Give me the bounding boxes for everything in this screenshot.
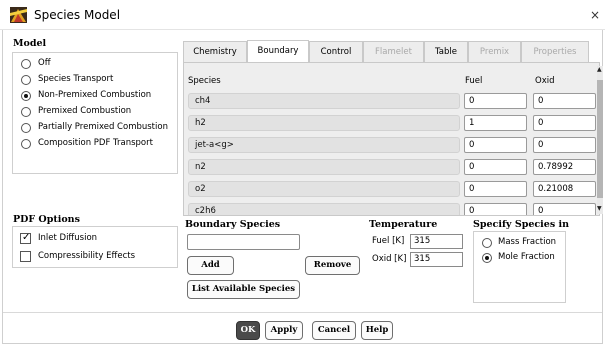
oxid-fraction-input-n2[interactable]: 0.78992 bbox=[533, 159, 596, 175]
mass-fraction-label: Mass Fraction bbox=[498, 237, 557, 247]
tab-table[interactable]: Table bbox=[424, 41, 468, 62]
specify-species-group: Mass Fraction Mole Fraction bbox=[473, 231, 566, 303]
fuel-fraction-input-jet-a[interactable]: 0 bbox=[464, 137, 527, 153]
specify-species-title: Specify Species in bbox=[473, 219, 570, 230]
boundary-species-input[interactable] bbox=[187, 234, 300, 250]
compressibility-effects-checkbox[interactable] bbox=[20, 251, 31, 262]
oxid-fraction-input-jet-a[interactable]: 0 bbox=[533, 137, 596, 153]
list-available-species-button[interactable]: List Available Species bbox=[187, 280, 300, 299]
model-option-partially-premixed-label: Partially Premixed Combustion bbox=[38, 122, 168, 132]
pdf-options-title: PDF Options bbox=[13, 214, 80, 225]
fuel-fraction-input-o2[interactable]: 0 bbox=[464, 181, 527, 197]
model-section-title: Model bbox=[13, 38, 47, 49]
oxid-fraction-input-c2h6[interactable]: 0 bbox=[533, 203, 596, 215]
apply-button[interactable]: Apply bbox=[265, 321, 303, 340]
footer-separator bbox=[3, 312, 602, 313]
species-cell-n2: n2 bbox=[188, 159, 460, 175]
tab-chemistry[interactable]: Chemistry bbox=[183, 41, 247, 62]
window-title: Species Model bbox=[34, 8, 121, 22]
oxid-temperature-input[interactable]: 315 bbox=[410, 252, 463, 267]
boundary-species-title: Boundary Species bbox=[185, 219, 281, 230]
model-option-off-radio[interactable] bbox=[21, 59, 31, 69]
mole-fraction-radio[interactable] bbox=[482, 253, 492, 263]
fuel-fraction-input-n2[interactable]: 0 bbox=[464, 159, 527, 175]
oxid-column-header: Oxid bbox=[535, 76, 555, 86]
inlet-diffusion-label: Inlet Diffusion bbox=[38, 233, 98, 243]
scroll-up-icon[interactable]: ▲ bbox=[597, 66, 602, 74]
model-option-premixed-radio[interactable] bbox=[21, 107, 31, 117]
species-table-viewport: Species Fuel Oxid ch4 0 0 h2 1 0 jet-a<g… bbox=[184, 63, 597, 215]
model-option-species-transport-radio[interactable] bbox=[21, 75, 31, 85]
ok-button[interactable]: OK bbox=[236, 321, 260, 340]
tab-boundary[interactable]: Boundary bbox=[247, 40, 309, 62]
help-button[interactable]: Help bbox=[361, 321, 393, 340]
model-option-off-label: Off bbox=[38, 58, 51, 68]
species-model-app-icon bbox=[10, 7, 27, 23]
oxid-fraction-input-o2[interactable]: 0.21008 bbox=[533, 181, 596, 197]
tab-premix[interactable]: Premix bbox=[468, 41, 521, 62]
model-option-non-premixed-label: Non-Premixed Combustion bbox=[38, 90, 152, 100]
species-cell-c2h6: c2h6 bbox=[188, 203, 460, 215]
species-cell-ch4: ch4 bbox=[188, 93, 460, 109]
add-species-button[interactable]: Add bbox=[187, 256, 234, 275]
oxid-temperature-label: Oxid [K] bbox=[372, 254, 407, 264]
model-option-species-transport-label: Species Transport bbox=[38, 74, 114, 84]
inlet-diffusion-checkbox[interactable] bbox=[20, 232, 31, 244]
fuel-temperature-label: Fuel [K] bbox=[372, 236, 405, 246]
model-option-partially-premixed-radio[interactable] bbox=[21, 123, 31, 133]
mole-fraction-label: Mole Fraction bbox=[498, 252, 555, 262]
model-option-non-premixed-radio[interactable] bbox=[21, 91, 31, 101]
cancel-button[interactable]: Cancel bbox=[312, 321, 356, 340]
pdf-options-group: Inlet Diffusion Compressibility Effects bbox=[12, 226, 178, 268]
species-cell-o2: o2 bbox=[188, 181, 460, 197]
species-cell-h2: h2 bbox=[188, 115, 460, 131]
oxid-fraction-input-h2[interactable]: 0 bbox=[533, 115, 596, 131]
fuel-fraction-input-c2h6[interactable]: 0 bbox=[464, 203, 527, 215]
oxid-fraction-input-ch4[interactable]: 0 bbox=[533, 93, 596, 109]
model-group: Off Species Transport Non-Premixed Combu… bbox=[12, 52, 178, 174]
fuel-column-header: Fuel bbox=[465, 76, 483, 86]
temperature-title: Temperature bbox=[369, 219, 438, 230]
species-column-header: Species bbox=[188, 76, 221, 86]
remove-species-button[interactable]: Remove bbox=[305, 256, 360, 275]
model-option-composition-pdf-radio[interactable] bbox=[21, 139, 31, 149]
tab-properties[interactable]: Properties bbox=[521, 41, 589, 62]
compressibility-effects-label: Compressibility Effects bbox=[38, 251, 136, 261]
fuel-temperature-input[interactable]: 315 bbox=[410, 234, 463, 249]
tab-flamelet[interactable]: Flamelet bbox=[363, 41, 424, 62]
model-option-premixed-label: Premixed Combustion bbox=[38, 106, 132, 116]
fuel-fraction-input-h2[interactable]: 1 bbox=[464, 115, 527, 131]
close-icon[interactable]: × bbox=[590, 8, 600, 22]
scroll-down-icon[interactable]: ▼ bbox=[597, 205, 602, 213]
model-option-composition-pdf-label: Composition PDF Transport bbox=[38, 138, 153, 148]
tab-control[interactable]: Control bbox=[309, 41, 363, 62]
scrollbar-thumb[interactable] bbox=[597, 80, 603, 198]
species-cell-jet-a: jet-a<g> bbox=[188, 137, 460, 153]
mass-fraction-radio[interactable] bbox=[482, 238, 492, 248]
fuel-fraction-input-ch4[interactable]: 0 bbox=[464, 93, 527, 109]
